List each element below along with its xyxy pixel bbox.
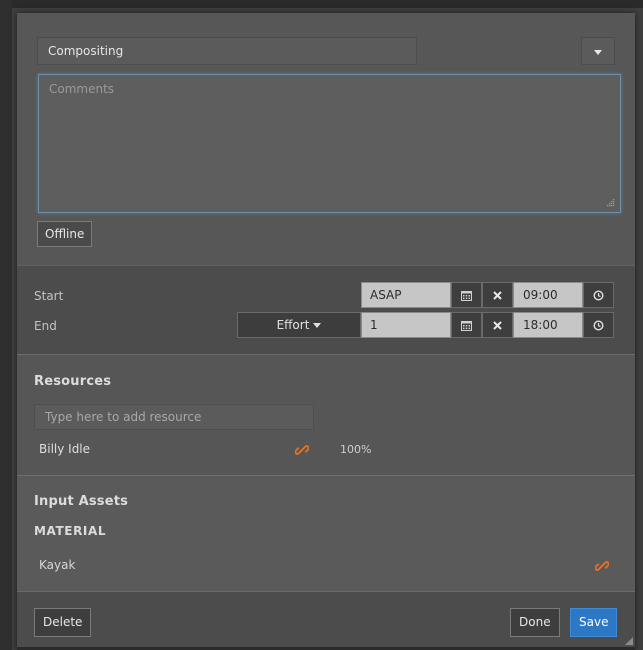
- chevron-down-icon: [313, 322, 322, 328]
- clock-icon: [593, 319, 604, 331]
- calendar-icon: [461, 290, 472, 301]
- comments-textarea[interactable]: Comments: [38, 74, 621, 213]
- schedule-section: Start ASAP 09:00 End Effort 1 18:00: [17, 265, 635, 355]
- link-icon[interactable]: [295, 443, 309, 457]
- start-date-input[interactable]: ASAP: [361, 282, 451, 308]
- task-type-select[interactable]: Compositing: [37, 37, 417, 65]
- task-edit-panel: Compositing Comments Offline Start ASAP: [17, 13, 635, 650]
- clock-icon: [593, 289, 604, 301]
- start-time-button[interactable]: [583, 282, 614, 308]
- add-resource-input[interactable]: Type here to add resource: [34, 404, 314, 430]
- end-time-input[interactable]: 18:00: [513, 312, 583, 338]
- save-button[interactable]: Save: [570, 608, 618, 637]
- start-label: Start: [34, 289, 64, 303]
- resources-section: Resources Type here to add resource Bill…: [17, 354, 635, 476]
- resources-title: Resources: [34, 374, 112, 389]
- end-clear-button[interactable]: [482, 312, 513, 338]
- link-icon[interactable]: [595, 559, 609, 573]
- comments-placeholder: Comments: [49, 82, 115, 96]
- resource-allocation: 100%: [340, 443, 372, 456]
- close-icon: [493, 290, 502, 300]
- end-value-input[interactable]: 1: [361, 312, 451, 338]
- end-label: End: [34, 319, 57, 333]
- resize-grip-icon[interactable]: [605, 197, 615, 207]
- end-mode-label: Effort: [276, 318, 310, 332]
- panel-footer: Delete Done Save: [17, 591, 635, 648]
- end-mode-dropdown[interactable]: Effort: [237, 312, 361, 338]
- add-resource-placeholder: Type here to add resource: [45, 410, 202, 424]
- offline-button[interactable]: Offline: [37, 221, 93, 247]
- start-calendar-button[interactable]: [451, 282, 482, 308]
- input-assets-section: Input Assets MATERIAL Kayak: [17, 475, 635, 592]
- end-time-button[interactable]: [583, 312, 614, 338]
- start-time-input[interactable]: 09:00: [513, 282, 583, 308]
- input-assets-title: Input Assets: [34, 494, 129, 509]
- delete-button[interactable]: Delete: [34, 608, 92, 637]
- start-clear-button[interactable]: [482, 282, 513, 308]
- close-icon: [493, 320, 502, 330]
- calendar-icon: [461, 320, 472, 331]
- end-value: 1: [370, 318, 378, 332]
- end-time-value: 18:00: [523, 318, 558, 332]
- asset-name: Kayak: [39, 558, 76, 572]
- end-calendar-button[interactable]: [451, 312, 482, 338]
- task-details-section: Compositing Comments Offline: [17, 13, 635, 265]
- done-button[interactable]: Done: [510, 608, 560, 637]
- start-date-value: ASAP: [370, 288, 402, 302]
- chevron-down-icon: [594, 50, 602, 55]
- asset-category-label: MATERIAL: [34, 524, 107, 538]
- start-time-value: 09:00: [523, 288, 558, 302]
- background-left-strip: [0, 0, 12, 650]
- resource-name: Billy Idle: [39, 442, 91, 456]
- background-top-bar: [0, 0, 643, 8]
- task-type-dropdown-button[interactable]: [581, 37, 615, 65]
- task-type-value: Compositing: [48, 44, 124, 58]
- resize-corner-icon[interactable]: [625, 637, 633, 645]
